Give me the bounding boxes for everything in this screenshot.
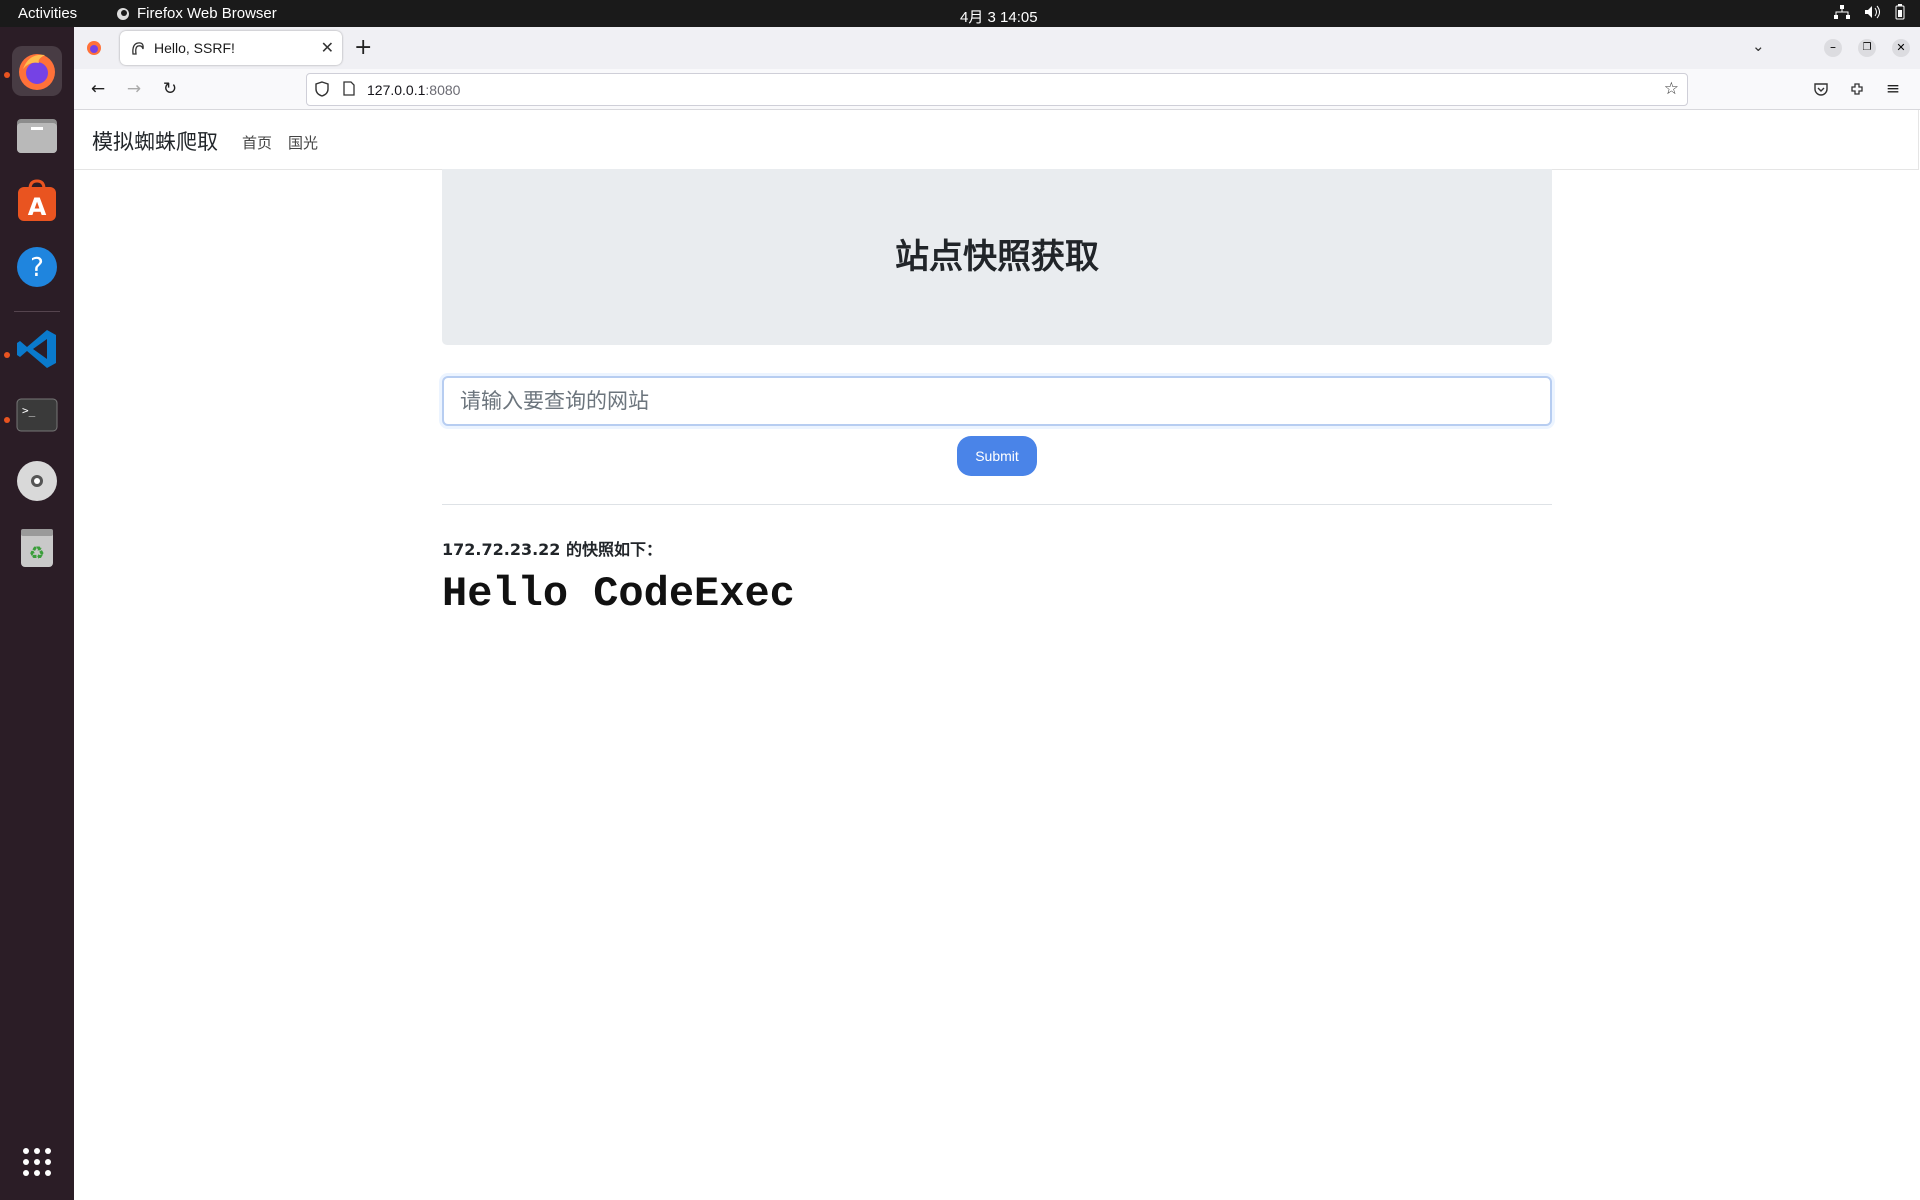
tab-bar: Hello, SSRF! ✕ + ⌄ – ❐ ✕ bbox=[74, 27, 1920, 69]
dock-files[interactable] bbox=[12, 110, 62, 160]
url-port: :8080 bbox=[425, 82, 461, 98]
dock-help[interactable]: ? bbox=[12, 242, 62, 292]
running-indicator bbox=[4, 72, 10, 78]
new-tab-icon[interactable]: + bbox=[354, 35, 372, 60]
app-center-icon: A bbox=[18, 179, 56, 221]
close-window-icon[interactable]: ✕ bbox=[1892, 39, 1910, 57]
maximize-icon[interactable]: ❐ bbox=[1858, 39, 1876, 57]
tab-active[interactable]: Hello, SSRF! ✕ bbox=[120, 31, 342, 65]
firefox-icon bbox=[19, 54, 55, 90]
activities-button[interactable]: Activities bbox=[18, 5, 77, 22]
running-indicator bbox=[4, 417, 10, 423]
list-tabs-chevron-icon[interactable]: ⌄ bbox=[1752, 37, 1765, 55]
svg-text:♻: ♻ bbox=[29, 543, 45, 564]
tab-title: Hello, SSRF! bbox=[154, 40, 235, 56]
snapshot-label: 172.72.23.22 的快照如下： bbox=[442, 540, 663, 559]
svg-text:>_: >_ bbox=[22, 404, 36, 417]
tab-close-icon[interactable]: ✕ bbox=[321, 38, 334, 58]
dock-terminal[interactable]: >_ bbox=[12, 390, 62, 440]
trash-icon: ♻ bbox=[21, 529, 53, 567]
dock-disc[interactable] bbox=[12, 456, 62, 506]
disc-icon bbox=[17, 461, 57, 501]
shield-icon[interactable] bbox=[315, 81, 329, 100]
nav-link-home[interactable]: 首页 bbox=[242, 132, 272, 153]
app-name: Firefox Web Browser bbox=[137, 5, 277, 22]
volume-icon bbox=[1865, 5, 1880, 19]
page-icon bbox=[343, 81, 355, 99]
page-content: 模拟蜘蛛爬取 首页 国光 站点快照获取 Submit 172.72.23.22 … bbox=[74, 110, 1920, 1200]
minimize-icon[interactable]: – bbox=[1824, 39, 1842, 57]
dock-app-center[interactable]: A bbox=[12, 176, 62, 226]
pocket-icon[interactable] bbox=[1809, 77, 1833, 101]
url-text: 127.0.0.1:8080 bbox=[367, 82, 460, 98]
running-indicator bbox=[4, 352, 10, 358]
firefox-small-icon bbox=[117, 7, 129, 20]
firefox-view-icon[interactable] bbox=[86, 40, 102, 60]
reload-icon[interactable]: ↻ bbox=[158, 77, 182, 101]
bookmark-star-icon[interactable]: ☆ bbox=[1664, 79, 1679, 99]
vscode-icon bbox=[17, 330, 56, 368]
tab-favicon-icon bbox=[130, 40, 146, 56]
terminal-icon: >_ bbox=[16, 398, 58, 432]
back-icon[interactable]: ← bbox=[86, 77, 110, 101]
browser-window: Hello, SSRF! ✕ + ⌄ – ❐ ✕ ← → ↻ 127.0.0.1… bbox=[74, 27, 1920, 1200]
nav-link-guoguang[interactable]: 国光 bbox=[288, 132, 318, 153]
extensions-icon[interactable] bbox=[1845, 77, 1869, 101]
navigation-toolbar: ← → ↻ 127.0.0.1:8080 ☆ ≡ bbox=[74, 69, 1920, 110]
jumbotron: 站点快照获取 bbox=[442, 169, 1552, 345]
dock-separator bbox=[14, 311, 60, 312]
dock-firefox[interactable] bbox=[12, 46, 62, 96]
hamburger-menu-icon[interactable]: ≡ bbox=[1881, 77, 1905, 101]
snapshot-content: Hello CodeExec bbox=[442, 570, 795, 618]
files-icon bbox=[17, 119, 57, 153]
website-url-input[interactable] bbox=[442, 376, 1552, 426]
clock[interactable]: 4月 3 14:05 bbox=[960, 6, 1038, 27]
site-navbar: 模拟蜘蛛爬取 首页 国光 bbox=[74, 110, 1919, 170]
network-icon bbox=[1834, 5, 1850, 19]
help-icon: ? bbox=[17, 247, 57, 287]
url-bar[interactable]: 127.0.0.1:8080 ☆ bbox=[306, 73, 1688, 106]
battery-icon bbox=[1895, 4, 1905, 20]
app-menu[interactable]: Firefox Web Browser bbox=[116, 5, 277, 22]
submit-button[interactable]: Submit bbox=[957, 436, 1037, 476]
site-brand[interactable]: 模拟蜘蛛爬取 bbox=[92, 126, 218, 156]
dock-vscode[interactable] bbox=[12, 324, 62, 374]
system-top-bar: Activities Firefox Web Browser 4月 3 14:0… bbox=[0, 0, 1920, 27]
svg-text:A: A bbox=[28, 193, 47, 221]
system-tray[interactable] bbox=[1834, 4, 1906, 20]
svg-text:?: ? bbox=[30, 253, 44, 283]
forward-icon[interactable]: → bbox=[122, 77, 146, 101]
dock-show-apps[interactable] bbox=[12, 1137, 62, 1187]
dock-trash[interactable]: ♻ bbox=[12, 522, 62, 572]
url-host: 127.0.0.1 bbox=[367, 82, 426, 98]
divider bbox=[442, 504, 1552, 505]
page-heading: 站点快照获取 bbox=[895, 237, 1099, 277]
dock: A ? >_ ♻ bbox=[0, 27, 74, 1200]
grid-icon bbox=[23, 1148, 51, 1176]
